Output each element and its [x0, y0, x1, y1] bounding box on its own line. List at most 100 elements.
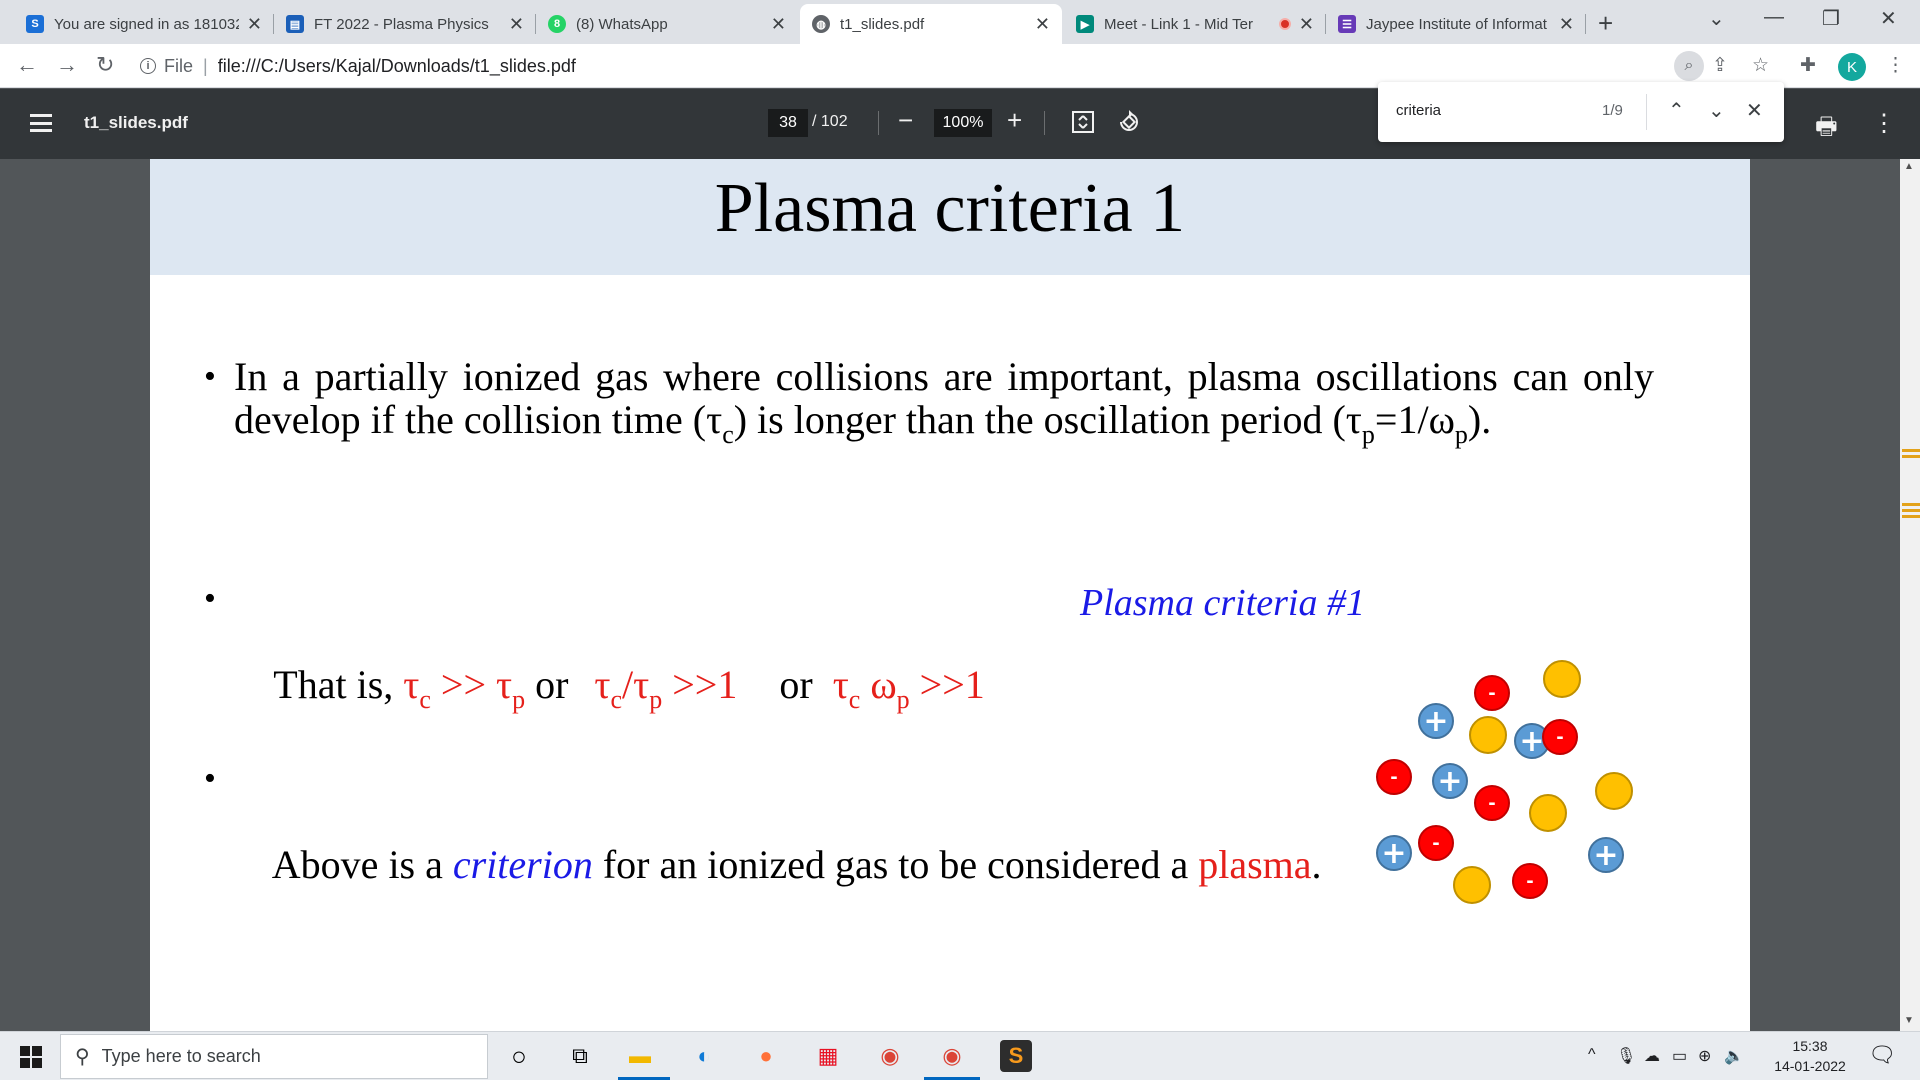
close-icon[interactable]: ✕: [1299, 14, 1314, 35]
find-in-page-icon[interactable]: ⌕: [1674, 51, 1704, 81]
forward-button[interactable]: →: [56, 52, 78, 78]
scroll-up-icon[interactable]: ▲: [1904, 161, 1914, 172]
plasma-particles-diagram: -++ -- +-+ - +-: [1376, 660, 1633, 904]
share-icon[interactable]: ⇪: [1712, 54, 1728, 77]
subscript: c: [722, 420, 734, 449]
address-bar[interactable]: i File | file:///C:/Users/Kajal/Download…: [140, 50, 1680, 82]
find-next-button[interactable]: ⌄: [1708, 98, 1725, 123]
windows-start-icon[interactable]: [20, 1046, 42, 1068]
close-window-button[interactable]: ✕: [1880, 6, 1897, 31]
find-divider: [1646, 94, 1647, 130]
system-clock[interactable]: 15:38 14-01-2022: [1768, 1036, 1852, 1076]
positive-ion-icon: +: [1376, 835, 1412, 871]
new-tab-button[interactable]: +: [1598, 8, 1613, 39]
scroll-down-icon[interactable]: ▼: [1904, 1015, 1914, 1026]
toolbar-divider: [878, 111, 879, 135]
notifications-icon[interactable]: 🗨: [1868, 1042, 1896, 1068]
print-icon[interactable]: 🖶: [1815, 109, 1838, 150]
s-icon: S: [26, 15, 44, 33]
subscript: p: [1454, 420, 1468, 449]
sublime-text-icon[interactable]: S: [1000, 1040, 1032, 1072]
text: ).: [1467, 397, 1492, 442]
task-view-icon[interactable]: ⧉: [564, 1040, 596, 1072]
page-total: / 102: [812, 113, 848, 130]
tab-t1-slides[interactable]: ◍ t1_slides.pdf ✕: [800, 4, 1062, 44]
show-hidden-icons[interactable]: ^: [1588, 1046, 1596, 1064]
electron-icon: -: [1512, 863, 1548, 899]
file-explorer-icon[interactable]: ▬: [624, 1040, 656, 1072]
chrome-icon[interactable]: ◉: [874, 1040, 906, 1072]
tau-symbol: τ: [594, 662, 611, 707]
zoom-out-button[interactable]: −: [898, 105, 913, 136]
tab-title: Meet - Link 1 - Mid Ter: [1104, 15, 1253, 33]
chrome-menu-icon[interactable]: ⋮: [1886, 54, 1905, 77]
office-apps-icon[interactable]: ▦: [812, 1040, 844, 1072]
classroom-icon: ▤: [286, 15, 304, 33]
chrome-profile-icon[interactable]: ◉: [936, 1040, 968, 1072]
tab-title: You are signed in as 181032: [54, 15, 239, 33]
find-input[interactable]: criteria: [1396, 102, 1441, 119]
close-icon[interactable]: ✕: [1559, 14, 1574, 35]
extensions-icon[interactable]: ✚: [1800, 54, 1816, 77]
microphone-icon[interactable]: 🎙: [1616, 1046, 1636, 1066]
text: =1/ω: [1374, 397, 1455, 442]
close-icon[interactable]: ✕: [247, 14, 262, 35]
taskbar: ⚲ Type here to search ○ ⧉ ▬ ◐ ● ▦ ◉ ◉ S …: [0, 1031, 1920, 1080]
firefox-icon[interactable]: ●: [750, 1040, 782, 1072]
bullet-1-line-2: develop if the collision time (τc) is lo…: [234, 398, 1654, 456]
operator: >>: [430, 662, 497, 707]
volume-icon[interactable]: 🔈: [1724, 1046, 1744, 1066]
svg-text:-: -: [1390, 767, 1397, 788]
fit-to-page-icon[interactable]: [1070, 109, 1096, 135]
more-options-icon[interactable]: ⋮: [1872, 109, 1896, 138]
tau-symbol: /τ: [622, 662, 650, 707]
back-button[interactable]: ←: [16, 52, 38, 78]
taskbar-search-box[interactable]: ⚲ Type here to search: [60, 1034, 488, 1079]
close-icon[interactable]: ✕: [509, 14, 524, 35]
recording-icon: [1278, 18, 1291, 30]
close-icon[interactable]: ✕: [1035, 14, 1050, 35]
svg-text:+: +: [1437, 764, 1462, 799]
bookmark-star-icon[interactable]: ☆: [1752, 54, 1769, 77]
neutral-atom-icon: [1453, 866, 1491, 904]
zoom-in-button[interactable]: +: [1007, 105, 1022, 136]
subscript: c: [610, 685, 623, 714]
zoom-input[interactable]: 100%: [934, 109, 992, 137]
plasma-word: plasma: [1198, 842, 1312, 887]
tab-divider: [1585, 14, 1586, 34]
tau-symbol: τ: [496, 662, 513, 707]
menu-icon[interactable]: [30, 114, 52, 132]
neutral-atom-icon: [1469, 716, 1507, 754]
profile-avatar[interactable]: K: [1838, 53, 1866, 81]
tab-signed-in[interactable]: S You are signed in as 181032 ✕: [14, 4, 274, 44]
tab-whatsapp[interactable]: 8 (8) WhatsApp ✕: [536, 4, 798, 44]
clock-time: 15:38: [1792, 1038, 1828, 1054]
find-previous-button[interactable]: ⌃: [1668, 98, 1685, 123]
tab-search-chevron-icon[interactable]: ⌄: [1708, 6, 1725, 31]
rotate-icon[interactable]: [1116, 109, 1142, 135]
reload-button[interactable]: ↻: [96, 52, 114, 78]
edge-icon[interactable]: ◐: [688, 1040, 720, 1072]
battery-icon[interactable]: ▭: [1672, 1046, 1687, 1066]
tab-strip: S You are signed in as 181032 ✕ ▤ FT 202…: [0, 0, 1920, 44]
tau-symbol: τ: [832, 662, 849, 707]
onedrive-icon[interactable]: ☁: [1644, 1046, 1660, 1066]
bullet-1-line-1: In a partially ionized gas where collisi…: [234, 354, 1654, 399]
tab-jaypee[interactable]: ☰ Jaypee Institute of Informat ✕: [1326, 4, 1586, 44]
url-divider: |: [203, 55, 208, 76]
tab-meet[interactable]: ▶ Meet - Link 1 - Mid Ter ✕: [1064, 4, 1326, 44]
electron-icon: -: [1542, 719, 1578, 755]
vertical-scrollbar[interactable]: ▲ ▼: [1900, 159, 1920, 1031]
find-count: 1/9: [1602, 102, 1623, 119]
network-icon[interactable]: ⊕: [1698, 1046, 1711, 1066]
cortana-icon[interactable]: ○: [503, 1040, 535, 1072]
info-icon[interactable]: i: [140, 58, 156, 74]
operator: >>1: [909, 662, 985, 707]
maximize-button[interactable]: ❐: [1822, 6, 1840, 31]
minimize-button[interactable]: —: [1764, 6, 1784, 29]
page-number-input[interactable]: 38: [768, 109, 808, 137]
svg-text:-: -: [1526, 871, 1533, 892]
tab-plasma-physics[interactable]: ▤ FT 2022 - Plasma Physics ✕: [274, 4, 536, 44]
find-close-button[interactable]: ✕: [1746, 98, 1763, 123]
close-icon[interactable]: ✕: [771, 14, 786, 35]
